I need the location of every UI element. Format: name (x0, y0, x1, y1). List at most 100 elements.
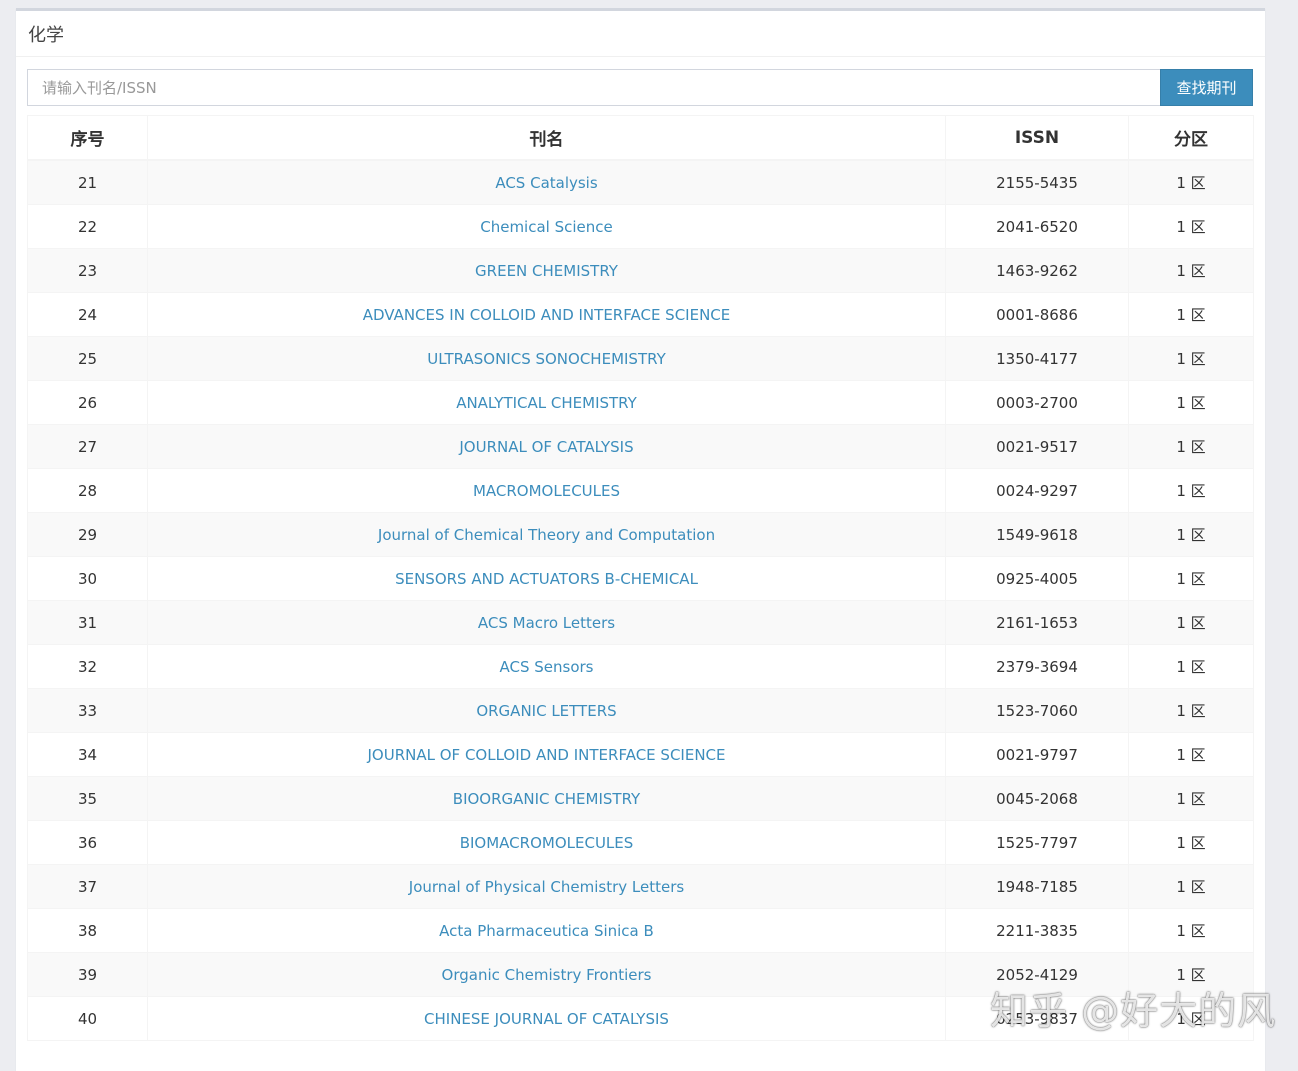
table-row: 24 ADVANCES IN COLLOID AND INTERFACE SCIE… (27, 292, 1254, 337)
zone-cell: 1 区 (1128, 336, 1254, 381)
issn-cell: 0021-9797 (945, 732, 1129, 777)
search-bar: 查找期刊 (27, 69, 1253, 106)
table-row: 40 CHINESE JOURNAL OF CATALYSIS 0253-9837 1… (27, 996, 1254, 1041)
journal-name-link[interactable]: MACROMOLECULES (473, 482, 620, 500)
journal-name-link[interactable]: Journal of Physical Chemistry Letters (409, 878, 684, 896)
zone-cell: 1 区 (1128, 248, 1254, 293)
journal-name-link[interactable]: ACS Catalysis (495, 174, 597, 192)
table-row: 22 Chemical Science 2041-6520 1 区 (27, 204, 1254, 249)
row-number: 27 (27, 424, 148, 469)
journal-name-cell: Acta Pharmaceutica Sinica B (147, 908, 946, 953)
table-row: 39 Organic Chemistry Frontiers 2052-4129 1 … (27, 952, 1254, 997)
journal-name-link[interactable]: JOURNAL OF CATALYSIS (459, 438, 633, 456)
zone-cell: 1 区 (1128, 688, 1254, 733)
zone-cell: 1 区 (1128, 776, 1254, 821)
issn-cell: 2211-3835 (945, 908, 1129, 953)
journal-name-link[interactable]: ANALYTICAL CHEMISTRY (456, 394, 637, 412)
zone-cell: 1 区 (1128, 732, 1254, 777)
journal-name-link[interactable]: Journal of Chemical Theory and Computati… (378, 526, 715, 544)
journal-name-cell: BIOMACROMOLECULES (147, 820, 946, 865)
zone-cell: 1 区 (1128, 159, 1254, 205)
row-number: 29 (27, 512, 148, 557)
header-no: 序号 (27, 115, 148, 161)
table-header-row: 序号 刊名 ISSN 分区 (27, 115, 1254, 161)
issn-cell: 1350-4177 (945, 336, 1129, 381)
row-number: 21 (27, 159, 148, 205)
journal-name-cell: ACS Catalysis (147, 159, 946, 205)
row-number: 26 (27, 380, 148, 425)
zone-cell: 1 区 (1128, 204, 1254, 249)
panel-header: 化学 (16, 11, 1265, 57)
search-input[interactable] (27, 69, 1160, 106)
journal-name-link[interactable]: BIOMACROMOLECULES (460, 834, 634, 852)
journal-name-cell: JOURNAL OF CATALYSIS (147, 424, 946, 469)
journal-name-link[interactable]: SENSORS AND ACTUATORS B-CHEMICAL (395, 570, 698, 588)
journal-name-cell: Chemical Science (147, 204, 946, 249)
journal-name-cell: JOURNAL OF COLLOID AND INTERFACE SCIENCE (147, 732, 946, 777)
row-number: 31 (27, 600, 148, 645)
journal-name-cell: ADVANCES IN COLLOID AND INTERFACE SCIENC… (147, 292, 946, 337)
row-number: 33 (27, 688, 148, 733)
issn-cell: 2155-5435 (945, 159, 1129, 205)
issn-cell: 2041-6520 (945, 204, 1129, 249)
table-row: 23 GREEN CHEMISTRY 1463-9262 1 区 (27, 248, 1254, 293)
row-number: 24 (27, 292, 148, 337)
row-number: 37 (27, 864, 148, 909)
journal-name-link[interactable]: CHINESE JOURNAL OF CATALYSIS (424, 1010, 669, 1028)
journal-name-link[interactable]: Chemical Science (480, 218, 613, 236)
journal-name-link[interactable]: ACS Sensors (500, 658, 594, 676)
issn-cell: 0253-9837 (945, 996, 1129, 1041)
journal-table: 序号 刊名 ISSN 分区 21 ACS Catalysis 2155-5435 1 … (27, 115, 1254, 1041)
zone-cell: 1 区 (1128, 468, 1254, 513)
row-number: 32 (27, 644, 148, 689)
table-row: 27 JOURNAL OF CATALYSIS 0021-9517 1 区 (27, 424, 1254, 469)
table-row: 28 MACROMOLECULES 0024-9297 1 区 (27, 468, 1254, 513)
issn-cell: 0003-2700 (945, 380, 1129, 425)
search-journal-button[interactable]: 查找期刊 (1160, 69, 1253, 106)
journal-name-cell: ULTRASONICS SONOCHEMISTRY (147, 336, 946, 381)
journal-name-cell: ANALYTICAL CHEMISTRY (147, 380, 946, 425)
row-number: 25 (27, 336, 148, 381)
issn-cell: 0925-4005 (945, 556, 1129, 601)
table-row: 36 BIOMACROMOLECULES 1525-7797 1 区 (27, 820, 1254, 865)
journal-name-link[interactable]: ULTRASONICS SONOCHEMISTRY (427, 350, 666, 368)
journal-name-cell: MACROMOLECULES (147, 468, 946, 513)
table-header: 序号 刊名 ISSN 分区 (27, 115, 1254, 161)
row-number: 35 (27, 776, 148, 821)
issn-cell: 1948-7185 (945, 864, 1129, 909)
issn-cell: 0024-9297 (945, 468, 1129, 513)
issn-cell: 2052-4129 (945, 952, 1129, 997)
journal-name-cell: SENSORS AND ACTUATORS B-CHEMICAL (147, 556, 946, 601)
journal-name-link[interactable]: ACS Macro Letters (478, 614, 615, 632)
row-number: 34 (27, 732, 148, 777)
journal-name-link[interactable]: BIOORGANIC CHEMISTRY (453, 790, 640, 808)
journal-name-link[interactable]: Organic Chemistry Frontiers (442, 966, 652, 984)
row-number: 22 (27, 204, 148, 249)
issn-cell: 1525-7797 (945, 820, 1129, 865)
zone-cell: 1 区 (1128, 380, 1254, 425)
table-row: 33 ORGANIC LETTERS 1523-7060 1 区 (27, 688, 1254, 733)
table-row: 32 ACS Sensors 2379-3694 1 区 (27, 644, 1254, 689)
table-row: 21 ACS Catalysis 2155-5435 1 区 (27, 159, 1254, 205)
row-number: 23 (27, 248, 148, 293)
table-row: 31 ACS Macro Letters 2161-1653 1 区 (27, 600, 1254, 645)
zone-cell: 1 区 (1128, 556, 1254, 601)
table-body: 21 ACS Catalysis 2155-5435 1 区 22 Chemical Sc… (27, 159, 1254, 1041)
zone-cell: 1 区 (1128, 996, 1254, 1041)
zone-cell: 1 区 (1128, 908, 1254, 953)
journal-name-link[interactable]: Acta Pharmaceutica Sinica B (439, 922, 654, 940)
journal-name-link[interactable]: GREEN CHEMISTRY (475, 262, 618, 280)
journal-name-cell: Organic Chemistry Frontiers (147, 952, 946, 997)
issn-cell: 0001-8686 (945, 292, 1129, 337)
table-row: 37 Journal of Physical Chemistry Letters 1… (27, 864, 1254, 909)
table-row: 26 ANALYTICAL CHEMISTRY 0003-2700 1 区 (27, 380, 1254, 425)
journal-name-link[interactable]: ADVANCES IN COLLOID AND INTERFACE SCIENC… (363, 306, 731, 324)
table-row: 30 SENSORS AND ACTUATORS B-CHEMICAL 0925-4… (27, 556, 1254, 601)
journal-name-link[interactable]: ORGANIC LETTERS (476, 702, 616, 720)
issn-cell: 2161-1653 (945, 600, 1129, 645)
zone-cell: 1 区 (1128, 820, 1254, 865)
journal-name-link[interactable]: JOURNAL OF COLLOID AND INTERFACE SCIENCE (368, 746, 726, 764)
journal-name-cell: Journal of Chemical Theory and Computati… (147, 512, 946, 557)
journal-name-cell: BIOORGANIC CHEMISTRY (147, 776, 946, 821)
zone-cell: 1 区 (1128, 644, 1254, 689)
